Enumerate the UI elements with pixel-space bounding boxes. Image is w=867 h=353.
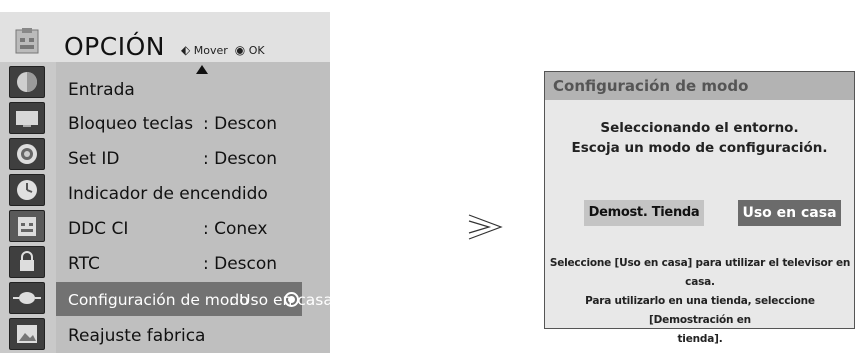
menu-item-label: DDC CI xyxy=(68,219,129,239)
arrow-right-icon xyxy=(468,214,503,240)
menu-item-reajuste-fabrica[interactable]: Reajuste fabrica xyxy=(56,318,316,352)
menu-item-value: : Descon xyxy=(203,114,278,134)
home-use-button[interactable]: Uso en casa xyxy=(738,200,841,226)
dialog-note-line: Para utilizarlo en una tienda, seleccion… xyxy=(585,295,815,326)
menu-item-configuracion-modo[interactable]: Configuración de modo : Uso en casa xyxy=(56,282,333,316)
dialog-message-line: Escoja un modo de configuración. xyxy=(571,140,828,156)
dialog-note-line: tienda]. xyxy=(677,333,723,345)
audio-icon[interactable] xyxy=(9,138,45,170)
menu-item-value: : Descon xyxy=(203,149,278,169)
dialog-title: Configuración de modo xyxy=(553,77,749,95)
move-arrows-icon: ⬖ xyxy=(181,43,191,57)
photo-icon[interactable] xyxy=(9,318,45,350)
input-icon[interactable] xyxy=(9,282,45,314)
menu-item-bloqueo-teclas[interactable]: Bloqueo teclas : Descon xyxy=(56,106,316,140)
menu-item-value: : Descon xyxy=(203,254,278,274)
menu-item-label: Bloqueo teclas xyxy=(68,114,194,134)
menu-item-label: Set ID xyxy=(68,149,120,169)
menu-item-rtc[interactable]: RTC : Descon xyxy=(56,246,316,280)
screen-icon[interactable] xyxy=(9,102,45,134)
menu-item-label: Reajuste fabrica xyxy=(68,326,206,346)
lock-icon[interactable] xyxy=(9,246,45,278)
dialog-title-bar: Configuración de modo xyxy=(545,72,854,100)
ok-hint-label: OK xyxy=(248,44,265,57)
menu-item-ddc-ci[interactable]: DDC CI : Conex xyxy=(56,211,316,245)
option-icon xyxy=(15,28,39,54)
dialog-message-line: Seleccionando el entorno. xyxy=(600,120,799,136)
menu-item-entrada[interactable]: Entrada xyxy=(56,72,316,106)
menu-item-label: Configuración de modo xyxy=(68,291,249,309)
ok-button-icon: ◉ xyxy=(234,43,246,57)
picture-icon[interactable] xyxy=(9,66,45,98)
menu-item-label: Indicador de encendido xyxy=(68,184,268,204)
menu-item-value: : Conex xyxy=(203,219,268,239)
option-icon[interactable] xyxy=(9,210,45,242)
store-demo-button[interactable]: Demost. Tienda xyxy=(584,200,704,226)
move-hint-label: Mover xyxy=(193,44,228,57)
osd-header: OPCIÓN ⬖ Mover ◉ OK xyxy=(0,12,330,62)
nav-hint: ⬖ Mover ◉ OK xyxy=(181,43,265,57)
menu-list: Entrada Bloqueo teclas : Descon Set ID :… xyxy=(56,62,333,353)
dialog-note: Seleccione [Uso en casa] para utilizar e… xyxy=(549,254,851,349)
time-icon[interactable] xyxy=(9,174,45,206)
menu-title: OPCIÓN xyxy=(64,32,165,61)
menu-item-indicador-encendido[interactable]: Indicador de encendido xyxy=(56,176,316,210)
osd-menu: OPCIÓN ⬖ Mover ◉ OK Entrada Bloqueo tecl… xyxy=(0,12,333,353)
dialog-message: Seleccionando el entorno. Escoja un modo… xyxy=(545,118,854,158)
menu-item-set-id[interactable]: Set ID : Descon xyxy=(56,141,316,175)
mode-setup-dialog: Configuración de modo Seleccionando el e… xyxy=(544,71,855,345)
selected-radio-icon xyxy=(284,292,299,307)
menu-item-label: Entrada xyxy=(68,80,135,100)
category-icon-column xyxy=(0,62,56,353)
menu-item-value: : Uso en casa xyxy=(229,291,333,309)
dialog-note-line: Seleccione [Uso en casa] para utilizar e… xyxy=(549,257,851,288)
menu-item-label: RTC xyxy=(68,254,100,274)
